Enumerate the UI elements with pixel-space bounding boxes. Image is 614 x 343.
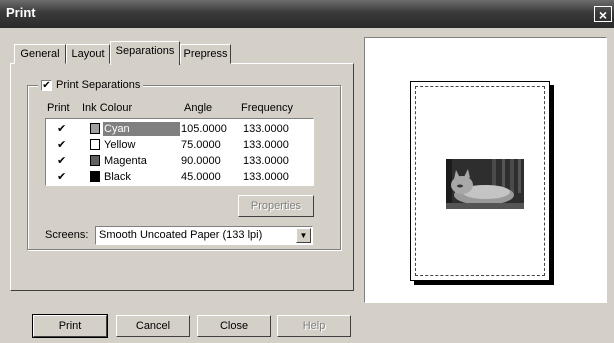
ink-swatch <box>90 171 100 182</box>
tab-general[interactable]: General <box>14 44 66 64</box>
checkbox-check-icon[interactable]: ✔ <box>41 79 52 91</box>
print-dialog: Print × General Layout Separations Prepr… <box>0 0 614 343</box>
column-header-ink-colour: Ink Colour <box>82 102 133 114</box>
print-button[interactable]: Print <box>32 314 108 338</box>
help-button[interactable]: Help <box>277 315 351 337</box>
ink-frequency: 133.0000 <box>243 139 289 151</box>
ink-angle: 105.0000 <box>181 123 227 135</box>
screens-value: Smooth Uncoated Paper (133 lpi) <box>99 229 263 241</box>
ink-swatch <box>90 123 100 134</box>
ink-list[interactable]: ✔ Cyan 105.0000 133.0000 ✔ Yellow 75.000… <box>45 118 314 186</box>
ink-angle: 45.0000 <box>181 171 221 183</box>
window-title: Print <box>6 5 36 20</box>
properties-button[interactable]: Properties <box>238 195 314 217</box>
screens-label: Screens: <box>45 229 89 241</box>
ink-row-yellow[interactable]: ✔ Yellow 75.0000 133.0000 <box>46 137 311 153</box>
close-button[interactable]: Close <box>197 315 271 337</box>
column-header-frequency: Frequency <box>241 102 293 114</box>
tab-layout[interactable]: Layout <box>66 44 110 64</box>
ink-name: Black <box>104 171 131 183</box>
ink-row-black[interactable]: ✔ Black 45.0000 133.0000 <box>46 169 311 185</box>
ink-swatch <box>90 139 100 150</box>
print-separations-checkbox[interactable]: ✔ Print Separations <box>38 78 144 92</box>
tab-separations[interactable]: Separations <box>110 41 180 65</box>
cancel-button[interactable]: Cancel <box>116 315 190 337</box>
close-icon[interactable]: × <box>594 6 612 23</box>
column-header-angle: Angle <box>184 102 213 114</box>
ink-row-magenta[interactable]: ✔ Magenta 90.0000 133.0000 <box>46 153 311 169</box>
print-check-icon[interactable]: ✔ <box>57 154 66 168</box>
title-bar[interactable]: Print × <box>0 0 614 28</box>
print-check-icon[interactable]: ✔ <box>57 170 66 184</box>
screens-dropdown[interactable]: Smooth Uncoated Paper (133 lpi) ▼ <box>95 226 313 245</box>
ink-frequency: 133.0000 <box>243 155 289 167</box>
column-header-print: Print <box>47 102 70 114</box>
ink-angle: 75.0000 <box>181 139 221 151</box>
ink-name: Cyan <box>103 122 180 136</box>
ink-name: Yellow <box>104 139 136 151</box>
ink-name: Magenta <box>104 155 147 167</box>
ink-row-cyan[interactable]: ✔ Cyan 105.0000 133.0000 <box>46 121 311 137</box>
print-check-icon[interactable]: ✔ <box>57 122 66 136</box>
preview-image-cat <box>446 159 524 209</box>
ink-angle: 90.0000 <box>181 155 221 167</box>
chevron-down-icon[interactable]: ▼ <box>296 228 311 243</box>
ink-frequency: 133.0000 <box>243 171 289 183</box>
ink-swatch <box>90 155 100 166</box>
print-check-icon[interactable]: ✔ <box>57 138 66 152</box>
tab-prepress[interactable]: Prepress <box>180 44 231 64</box>
ink-frequency: 133.0000 <box>243 123 289 135</box>
